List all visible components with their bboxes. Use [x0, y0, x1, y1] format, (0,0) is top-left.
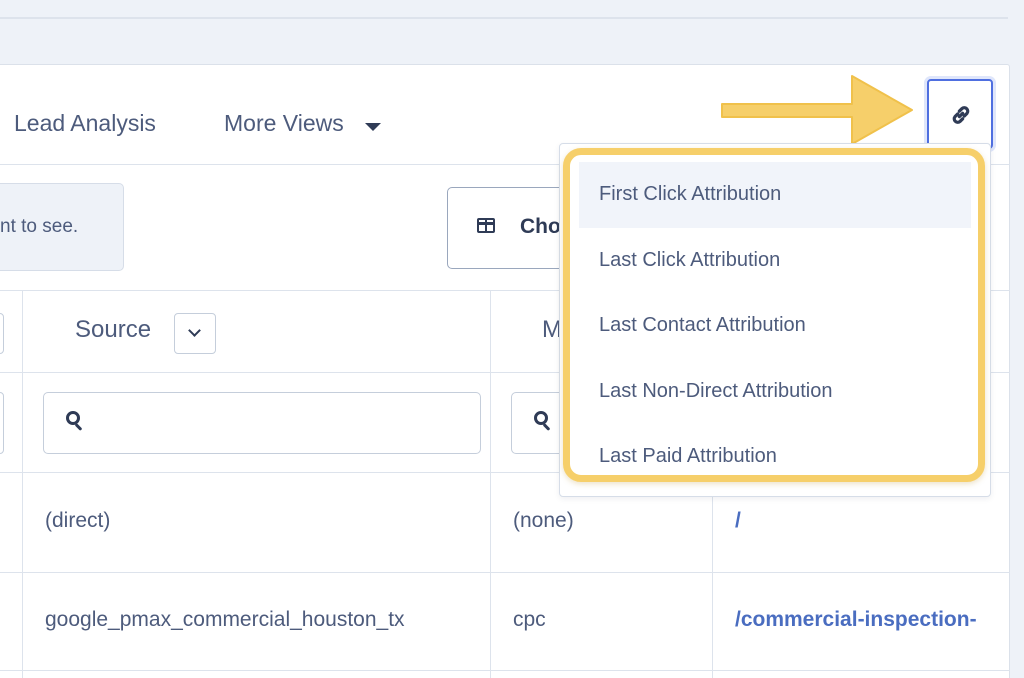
caret-down-icon[interactable] [365, 123, 381, 131]
source-sort-button[interactable] [174, 313, 216, 354]
source-column-header: Source [75, 316, 152, 343]
choose-columns-label: Cho [520, 215, 561, 238]
column-divider [490, 290, 491, 678]
link-icon [952, 106, 970, 124]
medium-cell: (none) [513, 509, 574, 532]
source-cell: (direct) [45, 509, 111, 532]
search-icon [66, 411, 86, 433]
chevron-down-icon [188, 324, 201, 337]
top-divider [0, 17, 1008, 19]
info-text: nt to see. [0, 216, 79, 237]
row-divider [0, 670, 1010, 671]
medium-cell: cpc [513, 608, 546, 631]
arrow-annotation [721, 75, 913, 145]
menu-item-last-click[interactable]: Last Click Attribution [579, 228, 971, 294]
attribution-link-button[interactable] [927, 79, 993, 149]
columns-icon [477, 218, 495, 233]
menu-item-first-click[interactable]: First Click Attribution [579, 162, 971, 228]
tab-lead-analysis[interactable]: Lead Analysis [14, 110, 156, 137]
more-views-dropdown[interactable]: More Views [224, 110, 344, 137]
prev-column-search-input[interactable] [0, 392, 4, 454]
column-divider [22, 290, 23, 678]
menu-item-last-contact[interactable]: Last Contact Attribution [579, 293, 971, 359]
source-cell: google_pmax_commercial_houston_tx [45, 608, 405, 631]
attribution-menu: First Click Attribution Last Click Attri… [579, 162, 971, 467]
menu-item-last-paid[interactable]: Last Paid Attribution [579, 424, 971, 467]
source-search-field[interactable] [43, 392, 481, 454]
prev-column-sort-button[interactable] [0, 313, 4, 354]
landing-page-link[interactable]: / [735, 509, 741, 533]
menu-item-last-non-direct[interactable]: Last Non-Direct Attribution [579, 359, 971, 425]
row-divider [0, 572, 1010, 573]
search-icon [534, 411, 554, 433]
source-search-input[interactable] [94, 393, 470, 453]
landing-page-link[interactable]: /commercial-inspection- [735, 608, 977, 632]
